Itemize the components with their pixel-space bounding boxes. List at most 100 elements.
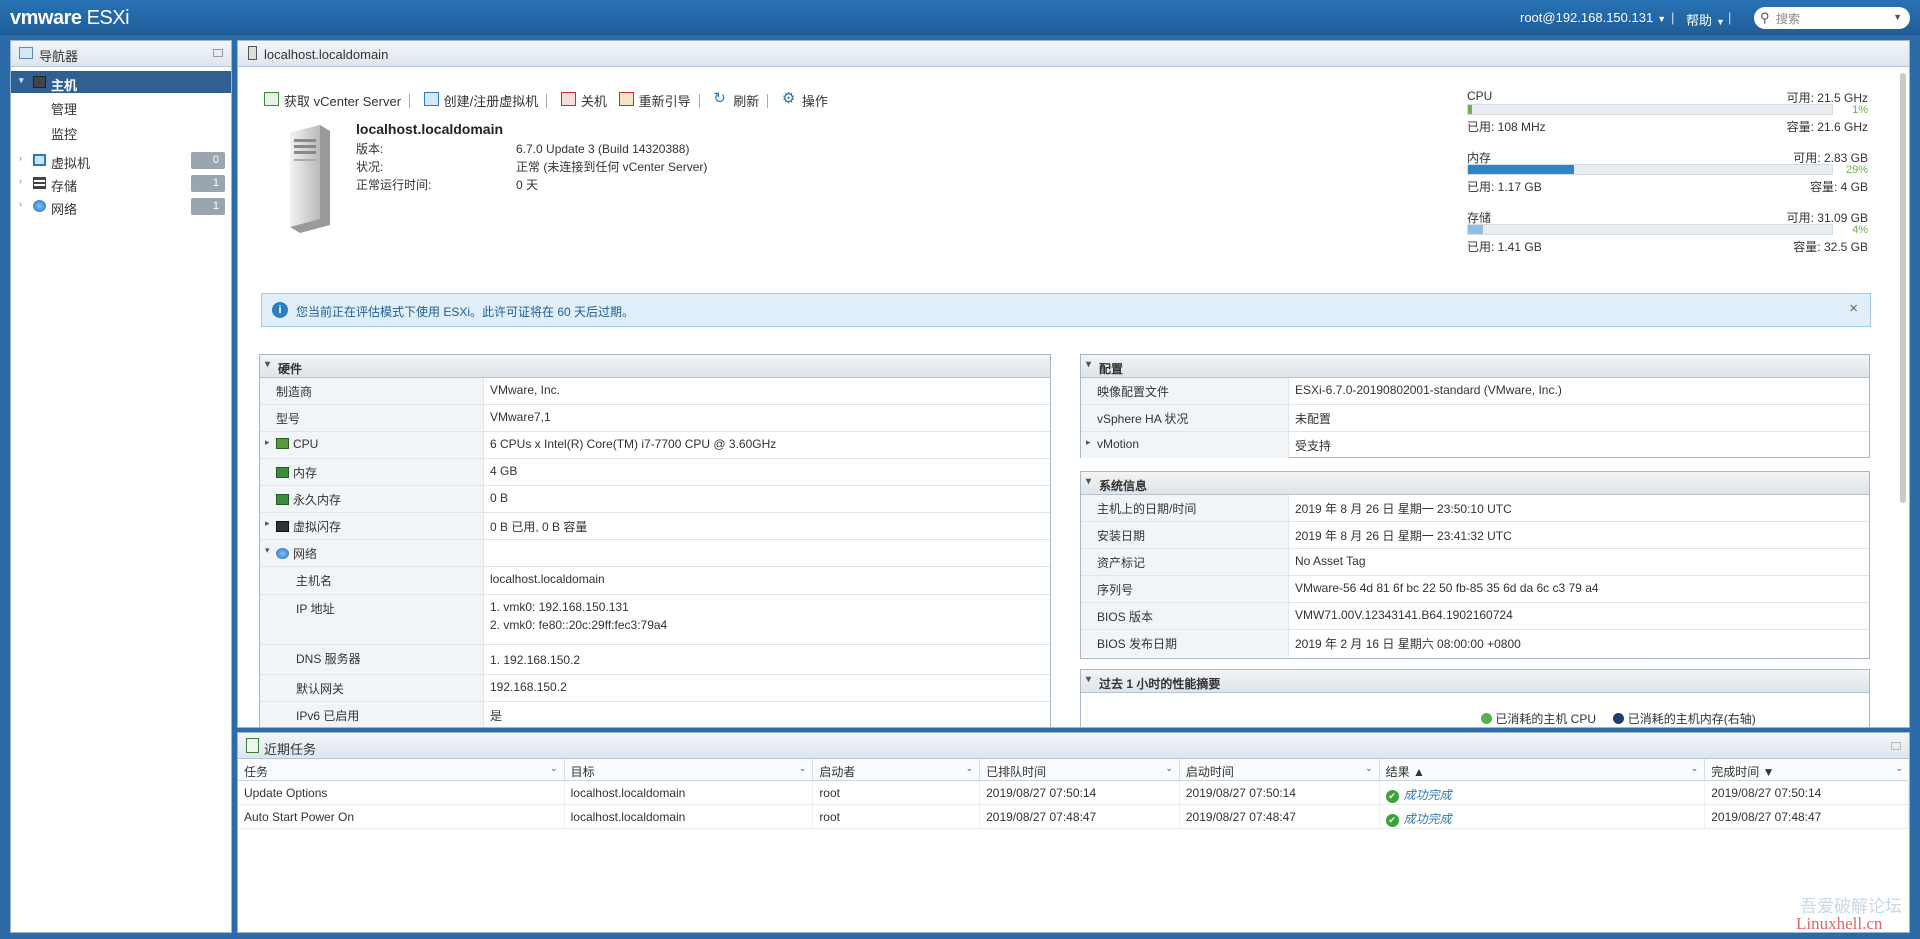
hw-row: 型号 VMware7,1	[260, 405, 1050, 432]
divider: |	[1728, 10, 1732, 25]
expand-arrow-icon[interactable]: ▸	[265, 437, 270, 448]
panel-header: localhost.localdomain	[238, 41, 1909, 67]
memory-usage: 内存 可用: 2.83 GB 29% 已用: 1.17 GB 容量: 4 GB	[1467, 151, 1868, 194]
nav-item-host[interactable]: ▾ 主机	[11, 71, 231, 93]
minimize-icon[interactable]	[1891, 742, 1901, 750]
toolbar: 获取 vCenter Server 创建/注册虚拟机 关机 重新引导 ↻ 刷新 ⚙…	[264, 90, 836, 111]
column-target[interactable]: 目标 ⌄	[565, 759, 814, 780]
network-icon	[276, 548, 289, 559]
shutdown-icon	[560, 92, 576, 106]
collapse-arrow-icon[interactable]: ▾	[19, 75, 24, 86]
uptime-row: 正常运行时间: 0 天	[356, 178, 539, 192]
sysinfo-row: 资产标记 No Asset Tag	[1081, 549, 1869, 576]
column-completed[interactable]: 完成时间 ▼ ⌄	[1705, 759, 1909, 780]
divider: |	[1671, 10, 1675, 25]
legend-memory-label: 已消耗的主机内存(右轴)	[1627, 712, 1756, 726]
chart-legend: 已消耗的主机 CPU 已消耗的主机内存(右轴)	[1481, 710, 1756, 727]
config-card-header[interactable]: 配置	[1081, 355, 1869, 378]
config-row: vSphere HA 状况 未配置	[1081, 405, 1869, 432]
storage-icon	[33, 177, 46, 189]
host-panel: localhost.localdomain 获取 vCenter Server …	[237, 40, 1910, 728]
vcenter-icon	[264, 92, 279, 106]
chevron-down-icon: ⌄	[1895, 763, 1903, 773]
hw-row-network[interactable]: ▾ 网络	[260, 540, 1050, 567]
legend-cpu-label: 已消耗的主机 CPU	[1495, 712, 1597, 726]
expand-arrow-icon[interactable]: ›	[19, 176, 22, 186]
cpu-icon	[276, 438, 289, 449]
create-vm-button[interactable]: 创建/注册虚拟机	[423, 91, 538, 110]
memory-icon	[276, 467, 289, 478]
help-menu[interactable]: 帮助 ▼	[1686, 10, 1725, 29]
hw-row: 默认网关 192.168.150.2	[260, 675, 1050, 702]
column-result[interactable]: 结果 ▲ ⌄	[1380, 759, 1706, 780]
user-menu[interactable]: root@192.168.150.131 ▼	[1520, 10, 1666, 25]
state-row: 状况: 正常 (未连接到任何 vCenter Server)	[356, 160, 708, 174]
performance-card: 过去 1 小时的性能摘要 已消耗的主机 CPU 已消耗的主机内存(右轴)	[1080, 669, 1870, 727]
chevron-down-icon: ⌄	[1165, 763, 1173, 773]
nav-item-network[interactable]: › 网络 1	[11, 195, 231, 218]
recent-tasks-panel: 近期任务 任务 ⌄ 目标 ⌄ 启动者 ⌄ 已排队时间 ⌄ 启动时间 ⌄ 结果 ▲ ⌄ 完成时…	[237, 732, 1910, 933]
close-icon[interactable]: ×	[1849, 300, 1858, 317]
refresh-button[interactable]: ↻ 刷新	[713, 90, 759, 110]
hw-row: DNS 服务器 1. 192.168.150.2	[260, 645, 1050, 675]
column-task[interactable]: 任务 ⌄	[238, 759, 565, 780]
success-status: 成功完成	[1386, 788, 1452, 802]
system-info-card-header[interactable]: 系统信息	[1081, 472, 1869, 495]
collapse-arrow-icon[interactable]: ▾	[265, 545, 270, 556]
vmware-esxi-logo: vmware ESXi	[10, 7, 130, 29]
chevron-down-icon: ⌄	[550, 763, 558, 773]
search-icon: ⚲	[1760, 10, 1770, 25]
host-icon	[248, 46, 257, 60]
config-row-vmotion[interactable]: ▸ vMotion 受支持	[1081, 432, 1869, 458]
expand-arrow-icon[interactable]: ›	[19, 199, 22, 209]
hardware-card-header[interactable]: 硬件	[260, 355, 1050, 378]
column-started[interactable]: 启动时间 ⌄	[1180, 759, 1380, 780]
host-summary: localhost.localdomain 版本: 6.7.0 Update 3 …	[356, 121, 707, 194]
tasks-table-header: 任务 ⌄ 目标 ⌄ 启动者 ⌄ 已排队时间 ⌄ 启动时间 ⌄ 结果 ▲ ⌄ 完成时间 ▼ ⌄	[238, 759, 1909, 781]
minimize-icon[interactable]	[213, 49, 223, 57]
nav-item-vms[interactable]: › 虚拟机 0	[11, 149, 231, 172]
refresh-icon: ↻	[713, 90, 726, 107]
navigator-panel: 导航器 ▾ 主机 管理 监控 › 虚拟机 0 › 存储 1 › 网络 1	[10, 40, 232, 933]
navigator-title: 导航器	[39, 49, 79, 64]
table-row[interactable]: Update Options localhost.localdomain roo…	[238, 781, 1909, 805]
nav-item-manage[interactable]: 管理	[11, 93, 231, 118]
sysinfo-row: 主机上的日期/时间 2019 年 8 月 26 日 星期一 23:50:10 UT…	[1081, 495, 1869, 522]
hw-row-vflash[interactable]: ▸ 虚拟闪存 0 B 已用, 0 B 容量	[260, 513, 1050, 540]
expand-arrow-icon[interactable]: ›	[19, 153, 22, 163]
reboot-button[interactable]: 重新引导	[618, 91, 691, 110]
performance-card-header[interactable]: 过去 1 小时的性能摘要	[1081, 670, 1869, 693]
flash-icon	[276, 521, 289, 532]
nav-item-monitor[interactable]: 监控	[11, 118, 231, 143]
hw-row: IPv6 已启用是	[260, 702, 1050, 727]
vm-icon	[33, 154, 46, 166]
host-name: localhost.localdomain	[356, 121, 504, 137]
column-initiator[interactable]: 启动者 ⌄	[813, 759, 981, 780]
success-status: 成功完成	[1386, 812, 1452, 826]
sysinfo-row: BIOS 发布日期 2019 年 2 月 16 日 星期六 08:00:00 +0…	[1081, 630, 1869, 657]
chevron-down-icon: ▼	[1716, 17, 1725, 27]
memory-usage-bar	[1467, 164, 1833, 175]
hw-row-pmem: 永久内存 0 B	[260, 486, 1050, 513]
column-queued[interactable]: 已排队时间 ⌄	[980, 759, 1180, 780]
expand-arrow-icon[interactable]: ▸	[1086, 437, 1091, 448]
scrollbar[interactable]	[1900, 73, 1906, 503]
host-icon	[33, 76, 46, 88]
chevron-down-icon: ▼	[1657, 14, 1667, 24]
shutdown-button[interactable]: 关机	[560, 91, 607, 110]
system-info-card: 系统信息 主机上的日期/时间2019 年 8 月 26 日 星期一 23:50:…	[1080, 471, 1870, 659]
table-row[interactable]: Auto Start Power On localhost.localdomai…	[238, 805, 1909, 829]
actions-button[interactable]: ⚙ 操作	[782, 90, 828, 110]
search-input[interactable]: ⚲ 搜索 ▼	[1754, 7, 1910, 29]
legend-memory-dot	[1613, 713, 1625, 724]
nav-item-storage[interactable]: › 存储 1	[11, 172, 231, 195]
panel-title: localhost.localdomain	[264, 47, 389, 62]
top-bar: vmware ESXi root@192.168.150.131 ▼ | 帮助 ▼ …	[0, 0, 1920, 35]
watermark-url: Linuxhell.cn	[1796, 914, 1883, 933]
hw-row-cpu[interactable]: ▸ CPU 6 CPUs x Intel(R) Core(TM) i7-7700 C…	[260, 432, 1050, 459]
sysinfo-row: 序列号 VMware-56 4d 81 6f bc 22 50 fb-85 35 …	[1081, 576, 1869, 603]
get-vcenter-button[interactable]: 获取 vCenter Server	[264, 91, 401, 110]
expand-arrow-icon[interactable]: ▸	[265, 518, 270, 529]
config-row: 映像配置文件 ESXi-6.7.0-20190802001-standard (V…	[1081, 378, 1869, 405]
chevron-down-icon[interactable]: ▼	[1893, 12, 1902, 22]
